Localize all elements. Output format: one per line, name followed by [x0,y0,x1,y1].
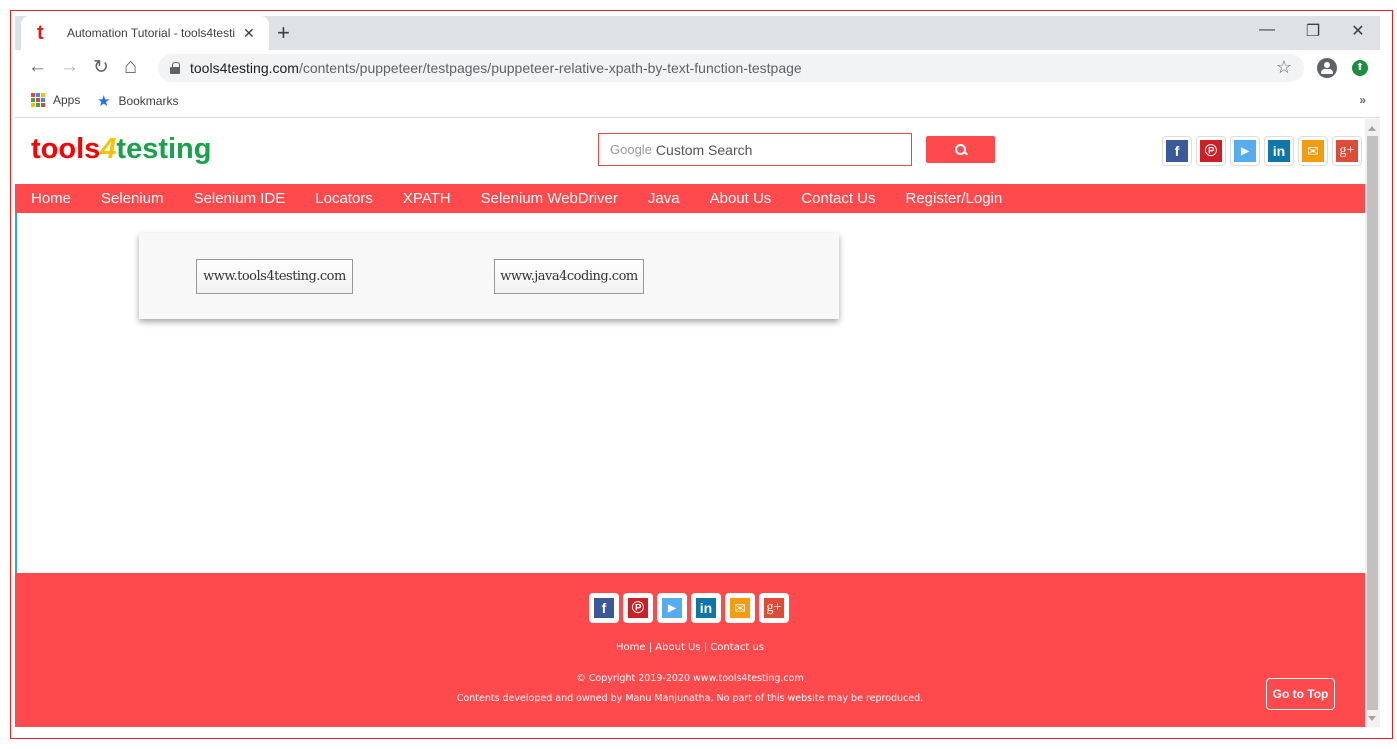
scroll-down-arrow-icon[interactable] [1368,716,1376,721]
nav-about-us[interactable]: About Us [710,190,772,207]
site-logo[interactable]: tools4testing [31,133,211,166]
star-icon: ★ [97,93,111,110]
footer-pinterest-button[interactable]: ℗ [623,593,653,623]
nav-contact-us[interactable]: Contact Us [801,190,875,207]
scroll-thumb[interactable] [1367,136,1378,710]
facebook-icon: f [1166,140,1188,162]
google-label: Google [610,142,652,157]
bookmarks-label: Bookmarks [118,94,179,108]
footer-links: Home | About Us | Contact us [15,642,1365,653]
url-bar[interactable]: tools4testing.com/contents/puppeteer/tes… [158,54,1304,82]
google-plus-button[interactable]: g+ [1332,136,1362,166]
copyright-text: © Copyright 2019-2020 www.tools4testing.… [576,673,804,684]
twitter-icon: ▶ [662,598,682,618]
footer-google-plus-button[interactable]: g+ [759,593,789,623]
email-icon: ✉ [730,598,750,618]
ownership-text: Contents developed and owned by Manu Man… [456,693,924,704]
footer-link-home[interactable]: Home [616,642,646,653]
test-card: www.tools4testing.com www.java4coding.co… [139,233,839,319]
search-button[interactable] [926,136,995,163]
footer: f ℗ ▶ in ✉ g+ Home | About Us | Contact … [15,573,1365,727]
vertical-scrollbar[interactable] [1365,119,1380,727]
apps-grid-icon [31,93,45,107]
nav-home[interactable]: Home [31,190,71,207]
tools4testing-button[interactable]: www.tools4testing.com [196,259,353,294]
bookmarks-overflow-icon[interactable]: » [1359,93,1366,107]
url-host: tools4testing.com [190,60,299,76]
url-text[interactable]: tools4testing.com/contents/puppeteer/tes… [190,60,802,76]
twitter-icon: ▶ [1234,140,1256,162]
email-button[interactable]: ✉ [1298,136,1328,166]
java4coding-button[interactable]: www.java4coding.com [494,259,644,294]
apps-label: Apps [53,93,81,107]
bookmark-star-icon[interactable]: ☆ [1276,57,1292,78]
footer-link-contact-us[interactable]: Contact us [710,642,764,653]
browser-tab[interactable]: t Automation Tutorial - tools4testi ✕ [21,16,269,50]
logo-part-testing: testing [116,133,212,165]
google-plus-icon: g+ [1336,140,1358,162]
logo-part-4: 4 [100,133,117,165]
footer-link-about-us[interactable]: About Us [655,642,700,653]
nav-java[interactable]: Java [648,190,680,207]
back-icon[interactable]: ← [28,56,47,78]
tab-title: Automation Tutorial - tools4testi [67,26,236,40]
pinterest-button[interactable]: ℗ [1196,136,1226,166]
home-icon[interactable]: ⌂ [124,53,137,79]
minimize-button[interactable]: — [1257,21,1277,39]
logo-part-tools: tools [31,133,101,165]
linkedin-icon: in [1268,140,1290,162]
nav-selenium-ide[interactable]: Selenium IDE [194,190,286,207]
bookmarks-folder[interactable]: ★ Bookmarks [97,92,178,110]
footer-twitter-button[interactable]: ▶ [657,593,687,623]
footer-email-button[interactable]: ✉ [725,593,755,623]
search-icon [954,143,967,156]
scroll-up-arrow-icon[interactable] [1368,126,1376,131]
search-placeholder: Custom Search [655,141,753,158]
footer-facebook-button[interactable]: f [589,593,619,623]
tab-strip: t Automation Tutorial - tools4testi ✕ + … [15,16,1380,50]
social-icons-footer: f ℗ ▶ in ✉ g+ [589,593,789,623]
close-window-button[interactable]: ✕ [1348,21,1368,41]
reload-icon[interactable]: ↻ [93,56,109,79]
linkedin-button[interactable]: in [1264,136,1294,166]
twitter-button[interactable]: ▶ [1230,136,1260,166]
facebook-icon: f [594,598,614,618]
search-input[interactable]: Google Custom Search [598,133,912,166]
google-plus-icon: g+ [764,598,784,618]
social-icons-header: f ℗ ▶ in ✉ g+ [1162,136,1362,166]
profile-icon[interactable] [1317,58,1337,78]
nav-locators[interactable]: Locators [315,190,373,207]
forward-icon[interactable]: → [60,56,79,78]
nav-register-login[interactable]: Register/Login [906,190,1003,207]
restore-button[interactable]: ❐ [1303,21,1323,41]
content-border [15,213,17,573]
update-icon[interactable]: ⬆ [1352,60,1368,76]
main-nav: Home Selenium Selenium IDE Locators XPAT… [15,184,1365,213]
favicon-icon: t [37,21,44,44]
bookmarks-bar: Apps ★ Bookmarks » [15,86,1380,118]
footer-linkedin-button[interactable]: in [691,593,721,623]
nav-selenium[interactable]: Selenium [101,190,164,207]
pinterest-icon: ℗ [1200,140,1222,162]
nav-xpath[interactable]: XPATH [403,190,451,207]
go-to-top-button[interactable]: Go to Top [1266,678,1335,710]
new-tab-button[interactable]: + [277,20,290,46]
close-tab-icon[interactable]: ✕ [243,25,255,42]
page-viewport: tools4testing Google Custom Search f ℗ ▶… [15,119,1365,727]
nav-selenium-webdriver[interactable]: Selenium WebDriver [481,190,618,207]
facebook-button[interactable]: f [1162,136,1192,166]
url-path: /contents/puppeteer/testpages/puppeteer-… [298,60,802,76]
email-icon: ✉ [1302,140,1324,162]
pinterest-icon: ℗ [628,598,648,618]
linkedin-icon: in [696,598,716,618]
lock-icon [170,62,180,74]
address-bar-row: ← → ↻ ⌂ tools4testing.com/contents/puppe… [15,50,1380,86]
apps-bookmark[interactable]: Apps [31,93,80,107]
